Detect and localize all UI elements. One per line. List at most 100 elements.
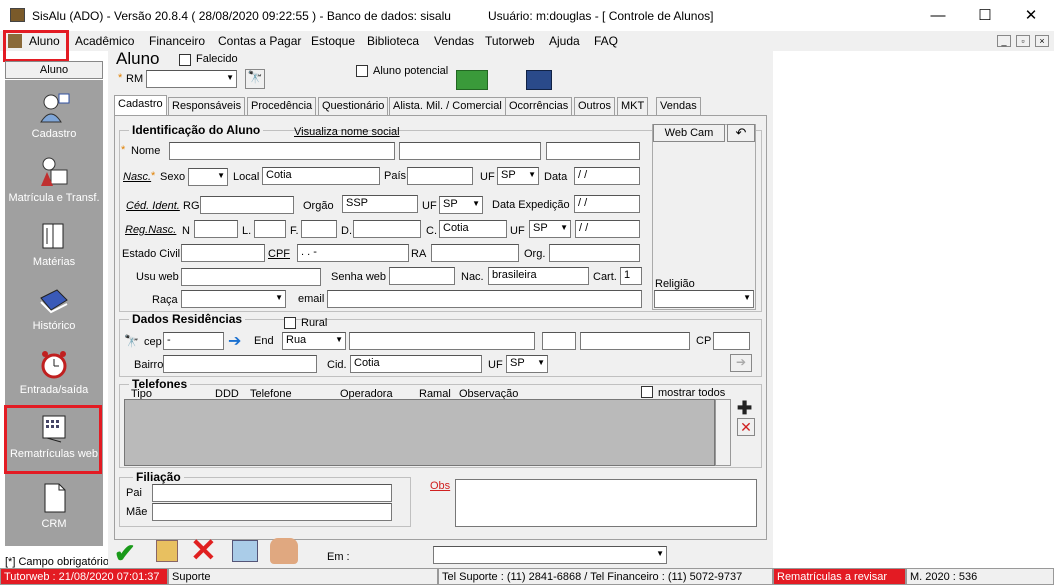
menu-academico[interactable]: Acadêmico [75,34,134,48]
local-field[interactable]: Cotia [262,167,380,185]
mdi-restore-button[interactable]: ▫ [1016,35,1030,47]
pai-field[interactable] [152,484,392,502]
arrow-right-icon[interactable]: ➔ [228,331,241,351]
cart-field[interactable]: 1 [620,267,642,285]
tab-mkt[interactable]: MKT [617,97,649,115]
menu-vendas[interactable]: Vendas [434,34,474,48]
rematriculas-highlight [4,405,102,474]
menu-estoque[interactable]: Estoque [311,34,355,48]
sidebar-header[interactable]: Aluno [5,61,103,79]
f-field[interactable] [301,220,337,238]
menu-financeiro[interactable]: Financeiro [149,34,205,48]
pencil-edit-icon[interactable] [156,540,178,562]
cep-search-icon[interactable]: 🔭 [124,334,139,348]
sidebar-item-materias[interactable]: Matérias [5,216,103,278]
nome-field-2[interactable] [399,142,541,160]
menu-tutorweb[interactable]: Tutorweb [485,34,535,48]
complemento-field[interactable] [580,332,690,350]
mdi-minimize-button[interactable]: _ [997,35,1011,47]
numero-field[interactable] [542,332,576,350]
aluno-potencial-checkbox[interactable] [356,65,368,77]
c-field[interactable]: Cotia [439,220,507,238]
senha-web-field[interactable] [389,267,455,285]
tab-questionario[interactable]: Questionário [318,97,389,115]
rm-select[interactable] [146,70,237,88]
minimize-button[interactable]: — [915,0,961,31]
add-phone-icon[interactable]: ✚ [737,399,755,418]
tab-responsaveis[interactable]: Responsáveis [168,97,246,115]
mae-field[interactable] [152,503,392,521]
uf-select[interactable]: SP [497,167,539,185]
usu-web-field[interactable] [181,268,321,286]
arrow-right-disabled-icon[interactable]: ➔ [730,354,752,372]
tab-alista-mil[interactable]: Alista. Mil. / Comercial [389,97,506,115]
printer-icon[interactable] [232,540,258,562]
mdi-close-button[interactable]: × [1035,35,1049,47]
ra-field[interactable] [431,244,519,262]
menu-ajuda[interactable]: Ajuda [549,34,580,48]
globe-icon[interactable] [526,70,552,90]
telefones-grid[interactable] [124,399,715,466]
cidade-field[interactable]: Cotia [350,355,482,373]
cep-field[interactable]: - [163,332,224,350]
menu-biblioteca[interactable]: Biblioteca [367,34,419,48]
l-field[interactable] [254,220,286,238]
data-nasc-field[interactable]: / / [574,167,640,185]
obs-textarea[interactable] [455,479,757,527]
undo-icon[interactable]: ↶ [727,124,755,142]
sidebar-item-entrada-saida[interactable]: Entrada/saída [5,344,103,406]
orgao-field[interactable]: SSP [342,195,418,213]
uf-exp-select[interactable]: SP [439,196,483,214]
webcam-button[interactable]: Web Cam [653,124,725,142]
cancel-x-icon[interactable]: ✕ [190,534,217,566]
falecido-checkbox[interactable] [179,54,191,66]
tab-cadastro[interactable]: Cadastro [114,95,167,115]
maximize-button[interactable]: ☐ [962,0,1008,31]
visualiza-nome-social-link[interactable]: Visualiza nome social [294,126,400,138]
sidebar-item-cadastro[interactable]: Cadastro [5,88,103,150]
d-field[interactable] [353,220,421,238]
em-select[interactable] [433,546,667,564]
bairro-field[interactable] [163,355,317,373]
rg-field[interactable] [200,196,294,214]
email-field[interactable] [327,290,642,308]
cpf-field[interactable]: . . - [297,244,409,262]
mostrar-todos-checkbox[interactable] [641,386,653,398]
cp-field[interactable] [713,332,750,350]
nome-field[interactable] [169,142,395,160]
data-expedicao-field[interactable]: / / [574,195,640,213]
telefones-scrollbar[interactable] [715,399,731,466]
data-reg-field[interactable]: / / [575,220,640,238]
sexo-select[interactable] [188,168,228,186]
confirm-check-icon[interactable]: ✔ [114,538,136,569]
tab-ocorrencias[interactable]: Ocorrências [505,97,573,115]
menu-faq[interactable]: FAQ [594,34,618,48]
nac-field[interactable]: brasileira [488,267,589,285]
tab-outros[interactable]: Outros [574,97,616,115]
sidebar-item-crm[interactable]: CRM [5,478,103,540]
binoculars-search-button[interactable]: 🔭 [245,69,265,89]
rural-checkbox[interactable] [284,317,296,329]
status-tel: Tel Suporte : (11) 2841-6868 / Tel Finan… [438,568,773,585]
close-button[interactable]: ✕ [1008,0,1054,31]
n-field[interactable] [194,220,238,238]
endereco-field[interactable] [349,332,535,350]
tab-procedencia[interactable]: Procedência [247,97,317,115]
form-title: Aluno [116,49,160,68]
uf-reg-select[interactable]: SP [529,220,571,238]
end-type-select[interactable]: Rua [282,332,346,350]
menu-contas-pagar[interactable]: Contas a Pagar [218,34,301,48]
estado-civil-field[interactable] [181,244,265,262]
nome-field-3[interactable] [546,142,640,160]
refresh-arrows-icon[interactable] [456,70,488,90]
tab-vendas[interactable]: Vendas [656,97,701,115]
hand-stop-icon[interactable] [270,538,298,564]
religiao-select[interactable] [654,290,754,308]
uf-res-select[interactable]: SP [506,355,548,373]
sidebar-item-matricula[interactable]: Matrícula e Transf. [5,152,103,214]
sidebar-item-historico[interactable]: Histórico [5,280,103,342]
delete-phone-icon[interactable]: ✕ [737,418,755,436]
org-field[interactable] [549,244,640,262]
raca-select[interactable] [181,290,286,308]
pais-field[interactable] [407,167,473,185]
